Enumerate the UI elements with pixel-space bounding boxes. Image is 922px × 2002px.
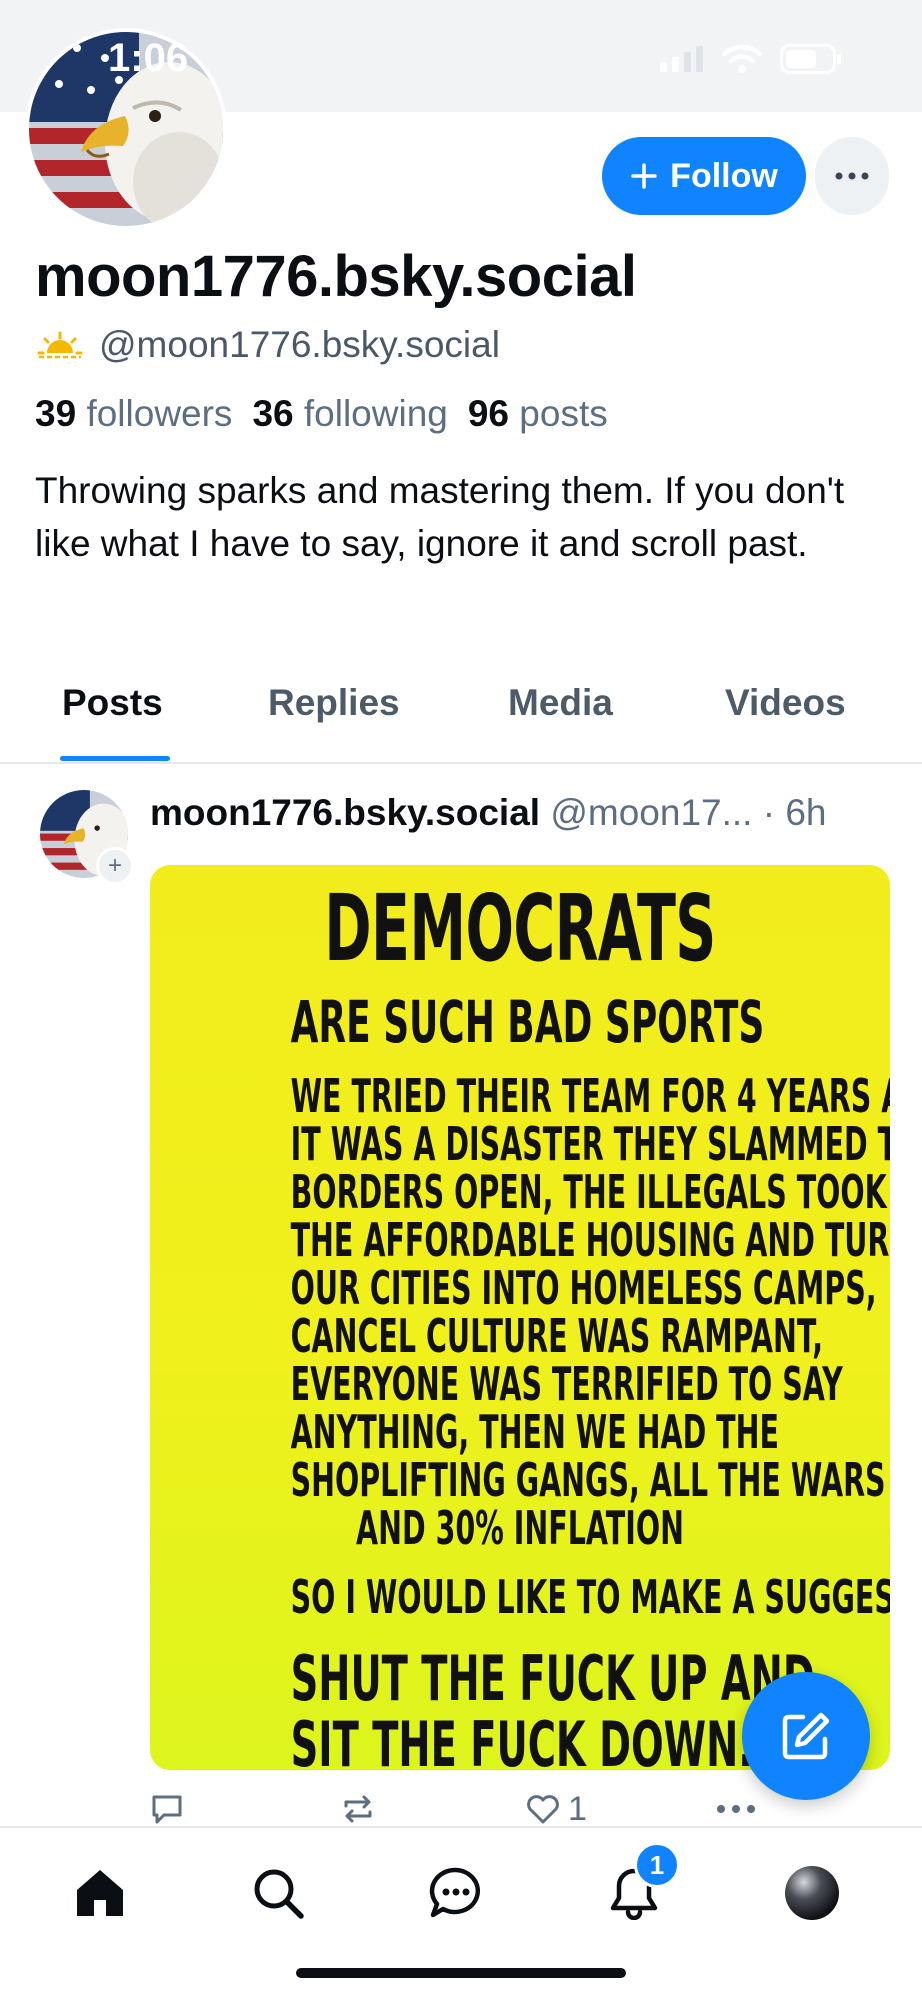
home-icon xyxy=(77,1870,123,1916)
profile-more-button[interactable] xyxy=(815,137,889,215)
meme-body-line: SHOPLIFTING GANGS, ALL THE WARS xyxy=(290,1453,886,1507)
like-button[interactable]: 1 xyxy=(526,1790,587,1829)
notifications-badge: 1 xyxy=(634,1842,680,1888)
wifi-icon xyxy=(722,44,762,73)
meme-body-line: OUR CITIES INTO HOMELESS CAMPS, xyxy=(290,1261,877,1315)
follow-author-plus-icon[interactable]: + xyxy=(96,847,134,885)
post-more-icon[interactable] xyxy=(716,1804,756,1814)
post-author-handle: @moon17... xyxy=(550,792,753,833)
profile-handle-row: @moon1776.bsky.social xyxy=(37,324,500,366)
post-actions: 1 xyxy=(150,1790,770,1830)
meme-body-line: AND 30% INFLATION xyxy=(356,1501,684,1555)
plus-icon xyxy=(631,163,657,189)
profile-stats: 39 followers 36 following 96 posts xyxy=(35,393,608,435)
tab-media[interactable]: Media xyxy=(508,682,613,724)
reply-icon[interactable] xyxy=(150,1794,184,1824)
like-count: 1 xyxy=(568,1790,587,1828)
compose-button[interactable] xyxy=(742,1672,870,1800)
post-author-name[interactable]: moon1776.bsky.social xyxy=(150,792,540,833)
meme-body-line: IT WAS A DISASTER THEY SLAMMED THE xyxy=(290,1117,890,1171)
post-time: 6h xyxy=(785,792,827,833)
profile-tabs: Posts Replies Media Videos xyxy=(0,660,922,764)
nav-search[interactable] xyxy=(243,1858,313,1928)
profile-bio: Throwing sparks and mastering them. If y… xyxy=(35,470,845,564)
nav-profile[interactable] xyxy=(777,1858,847,1928)
meme-body-line: THE AFFORDABLE HOUSING AND TURNED xyxy=(290,1213,890,1267)
meme-body-line: BORDERS OPEN, THE ILLEGALS TOOK ALL xyxy=(290,1165,890,1219)
nav-home[interactable] xyxy=(65,1858,135,1928)
meme-body: WE TRIED THEIR TEAM FOR 4 YEARS AND IT W… xyxy=(150,1072,890,1552)
profile-handle: @moon1776.bsky.social xyxy=(99,324,500,365)
follow-button[interactable]: Follow xyxy=(602,137,806,215)
more-icon xyxy=(835,172,869,180)
post-separator: · xyxy=(762,792,776,833)
followers-stat[interactable]: 39 followers xyxy=(35,393,232,435)
search-icon xyxy=(254,1869,304,1919)
sunrise-icon xyxy=(37,331,83,359)
home-indicator xyxy=(296,1968,626,1978)
following-stat[interactable]: 36 following xyxy=(252,393,447,435)
profile-avatar-small xyxy=(785,1866,839,1920)
meme-body-line: ANYTHING, THEN WE HAD THE xyxy=(290,1405,779,1459)
post-header: moon1776.bsky.social @moon17... · 6h xyxy=(150,792,827,834)
heart-icon xyxy=(527,1794,559,1823)
chat-icon xyxy=(429,1867,481,1918)
meme-suggestion: SO I WOULD LIKE TO MAKE A SUGGESTION, xyxy=(290,1570,890,1624)
compose-icon xyxy=(782,1712,830,1760)
repost-icon[interactable] xyxy=(340,1794,376,1824)
meme-title: DEMOCRATS xyxy=(324,875,716,982)
status-time: 1:06 xyxy=(108,36,189,80)
meme-body-line: CANCEL CULTURE WAS RAMPANT, xyxy=(290,1309,824,1363)
posts-stat: 96 posts xyxy=(467,393,608,434)
status-icons xyxy=(660,44,842,74)
tab-posts[interactable]: Posts xyxy=(62,682,163,724)
signal-icon xyxy=(660,46,703,72)
tab-replies[interactable]: Replies xyxy=(268,682,400,724)
tab-videos[interactable]: Videos xyxy=(725,682,846,724)
profile-display-name: moon1776.bsky.social xyxy=(35,244,637,309)
battery-icon xyxy=(780,44,841,74)
meme-body-line: EVERYONE WAS TERRIFIED TO SAY xyxy=(290,1357,843,1411)
follow-label: Follow xyxy=(670,156,778,195)
active-tab-indicator xyxy=(60,756,170,761)
meme-closing-line: SHUT THE FUCK UP AND xyxy=(290,1642,815,1715)
post-image[interactable]: DEMOCRATS ARE SUCH BAD SPORTS WE TRIED T… xyxy=(150,865,890,1770)
meme-body-line: WE TRIED THEIR TEAM FOR 4 YEARS AND xyxy=(290,1069,890,1123)
nav-chat[interactable] xyxy=(421,1858,491,1928)
meme-closing-line: SIT THE FUCK DOWN. xyxy=(290,1708,753,1771)
meme-subtitle: ARE SUCH BAD SPORTS xyxy=(290,988,765,1056)
